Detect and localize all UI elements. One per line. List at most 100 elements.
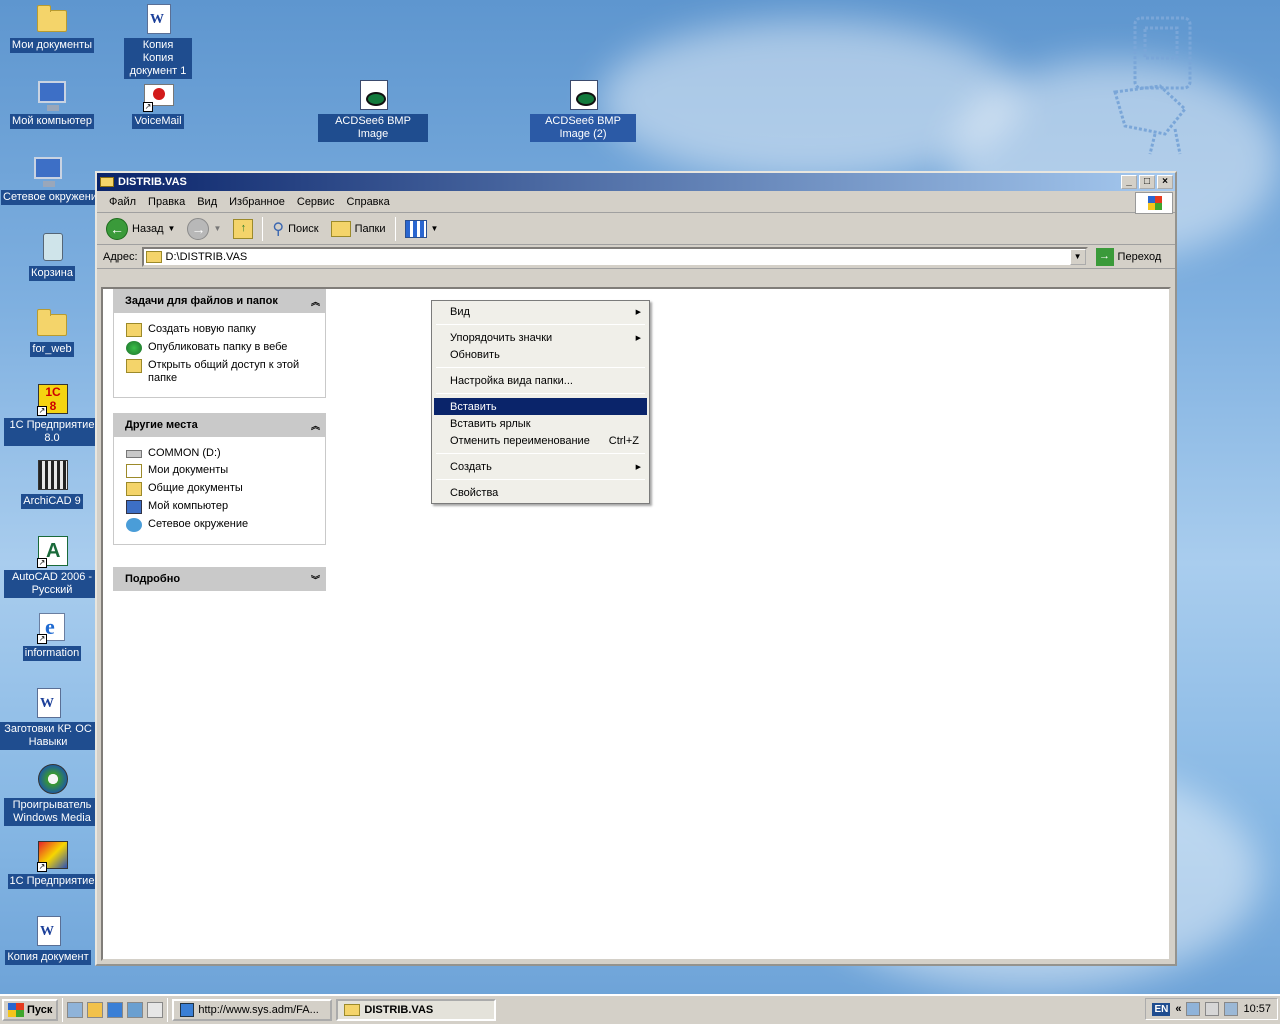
up-folder-button[interactable]: ↑ <box>230 218 256 239</box>
menu-file[interactable]: Файл <box>103 196 142 208</box>
task-share-folder[interactable]: Открыть общий доступ к этой папке <box>126 359 321 385</box>
desktop-icon-copy-document[interactable]: Копия Копия документ 1 <box>110 2 206 79</box>
recycle-bin-icon <box>43 233 63 261</box>
desktop-icon-recycle-bin[interactable]: Корзина <box>4 230 100 281</box>
menu-favorites[interactable]: Избранное <box>223 196 291 208</box>
menu-item-label: Отменить переименование <box>450 434 590 447</box>
menu-item-label: Настройка вида папки... <box>450 374 573 387</box>
back-label: Назад <box>132 222 164 235</box>
folders-button[interactable]: Папки <box>328 220 389 237</box>
place-network[interactable]: Сетевое окружение <box>126 518 321 532</box>
panel-title: Задачи для файлов и папок <box>125 295 278 307</box>
volume-tray-icon[interactable] <box>1205 1002 1220 1016</box>
menu-item-paste[interactable]: Вставить <box>434 398 647 415</box>
menu-view[interactable]: Вид <box>191 196 223 208</box>
desktop-icon-copy-doc[interactable]: Копия документ <box>0 914 96 965</box>
views-button[interactable]: ▼ <box>402 219 442 238</box>
clock[interactable]: 10:57 <box>1243 1003 1271 1015</box>
address-bar: Адрес: D:\DISTRIB.VAS ▼ → Переход <box>97 245 1175 269</box>
taskbar-separator <box>167 998 169 1022</box>
menu-help[interactable]: Справка <box>341 196 396 208</box>
menu-item-view[interactable]: Вид ▶ <box>434 303 647 320</box>
place-common-drive[interactable]: COMMON (D:) <box>126 447 321 460</box>
menu-item-shortcut: Ctrl+Z <box>608 434 639 447</box>
search-button[interactable]: ⚲ Поиск <box>269 219 321 239</box>
desktop-icon-for-web[interactable]: for_web <box>4 306 100 357</box>
place-shared-documents[interactable]: Общие документы <box>126 482 321 496</box>
menu-edit[interactable]: Правка <box>142 196 191 208</box>
menu-item-undo-rename[interactable]: Отменить переименование Ctrl+Z <box>434 432 647 449</box>
minimize-button[interactable]: _ <box>1121 175 1137 189</box>
menu-item-arrange-icons[interactable]: Упорядочить значки ▶ <box>434 329 647 346</box>
address-input[interactable]: D:\DISTRIB.VAS ▼ <box>141 246 1088 267</box>
desktop-icon-media-player[interactable]: Проигрыватель Windows Media <box>4 762 100 826</box>
expand-chevron-icon[interactable]: ︾ <box>311 573 320 586</box>
close-button[interactable]: × <box>1157 175 1173 189</box>
folder-icon <box>100 177 114 187</box>
desktop-icon-label: 1С Предприятие <box>7 874 97 889</box>
menu-separator <box>436 324 645 325</box>
go-button[interactable]: → Переход <box>1092 247 1161 266</box>
menu-item-new[interactable]: Создать ▶ <box>434 458 647 475</box>
menu-item-properties[interactable]: Свойства <box>434 484 647 501</box>
desktop-icon-1c-8[interactable]: 1C 8 ↗ 1С Предприятие 8.0 <box>4 382 100 446</box>
taskbar-item-browser[interactable]: http://www.sys.adm/FA... <box>172 999 333 1021</box>
desktop-icon-archicad[interactable]: ArchiCAD 9 <box>4 458 100 509</box>
menu-item-customize-folder[interactable]: Настройка вида папки... <box>434 372 647 389</box>
desktop-icon-1c[interactable]: ↗ 1С Предприятие <box>4 838 100 889</box>
file-tasks-header[interactable]: Задачи для файлов и папок ︽ <box>113 289 326 313</box>
task-publish-web[interactable]: Опубликовать папку в вебе <box>126 341 321 355</box>
menu-separator <box>436 453 645 454</box>
desktop-icon-label: VoiceMail <box>132 114 184 129</box>
menu-tools[interactable]: Сервис <box>291 196 341 208</box>
views-icon <box>404 219 427 238</box>
shortcut-arrow-icon: ↗ <box>37 558 47 568</box>
details-header[interactable]: Подробно ︾ <box>113 567 326 591</box>
desktop-icon-autocad[interactable]: ↗ AutoCAD 2006 - Русский <box>4 534 100 598</box>
task-new-folder[interactable]: Создать новую папку <box>126 323 321 337</box>
desktop-icon-my-documents[interactable]: Мои документы <box>4 2 100 53</box>
place-label: Мои документы <box>148 464 229 476</box>
desktop-icon-acdsee-bmp-2[interactable]: ACDSee6 BMP Image (2) <box>530 78 636 142</box>
ie-icon <box>180 1003 195 1017</box>
menu-item-paste-shortcut[interactable]: Вставить ярлык <box>434 415 647 432</box>
word-document-icon <box>37 688 61 718</box>
quick-launch-ie-icon[interactable] <box>107 1002 124 1018</box>
back-button[interactable]: ← Назад ▼ <box>103 217 178 240</box>
desktop-icon-voicemail[interactable]: ↗ VoiceMail <box>110 78 206 129</box>
quick-launch-notepad-icon[interactable] <box>147 1002 164 1018</box>
desktop-icon-zagotovki[interactable]: Заготовки КР. ОС Навыки <box>0 686 96 750</box>
explorer-window[interactable]: DISTRIB.VAS _ □ × Файл Правка Вид Избран… <box>95 171 1177 966</box>
folder-icon <box>126 482 142 496</box>
search-icon: ⚲ <box>272 220 285 238</box>
folder-icon <box>344 1004 361 1016</box>
collapse-chevron-icon[interactable]: ︽ <box>311 295 320 308</box>
desktop-icon-acdsee-bmp[interactable]: ACDSee6 BMP Image <box>318 78 428 142</box>
word-document-icon <box>147 4 171 34</box>
quick-launch-pencil-icon[interactable] <box>87 1002 104 1018</box>
menu-item-refresh[interactable]: Обновить <box>434 346 647 363</box>
language-indicator[interactable]: EN <box>1152 1002 1171 1016</box>
place-label: Общие документы <box>148 482 243 494</box>
tray-app-icon[interactable] <box>1224 1002 1239 1016</box>
other-places-header[interactable]: Другие места ︽ <box>113 413 326 437</box>
maximize-button[interactable]: □ <box>1139 175 1155 189</box>
desktop-icon-my-computer[interactable]: Мой компьютер <box>4 78 100 129</box>
tray-expand-button[interactable]: « <box>1175 1003 1181 1015</box>
title-bar[interactable]: DISTRIB.VAS _ □ × <box>97 173 1175 191</box>
network-tray-icon[interactable] <box>1186 1002 1201 1016</box>
forward-button[interactable]: → ▼ <box>184 217 224 240</box>
start-button[interactable]: Пуск <box>2 999 59 1021</box>
place-my-documents[interactable]: Мои документы <box>126 464 321 478</box>
quick-launch-outlook-icon[interactable] <box>127 1002 144 1018</box>
place-my-computer[interactable]: Мой компьютер <box>126 500 321 514</box>
taskbar-item-distrib[interactable]: DISTRIB.VAS <box>336 999 497 1021</box>
back-arrow-icon: ← <box>106 217 128 240</box>
dropdown-arrow-icon: ▼ <box>213 224 222 233</box>
desktop-icon-label: ACDSee6 BMP Image <box>318 114 428 142</box>
desktop-icon-information[interactable]: ↗ information <box>4 610 100 661</box>
desktop-icon-network[interactable]: Сетевое окружение <box>0 154 96 208</box>
quick-launch-desktop-icon[interactable] <box>67 1002 84 1018</box>
collapse-chevron-icon[interactable]: ︽ <box>311 419 320 432</box>
address-dropdown-button[interactable]: ▼ <box>1069 248 1086 265</box>
